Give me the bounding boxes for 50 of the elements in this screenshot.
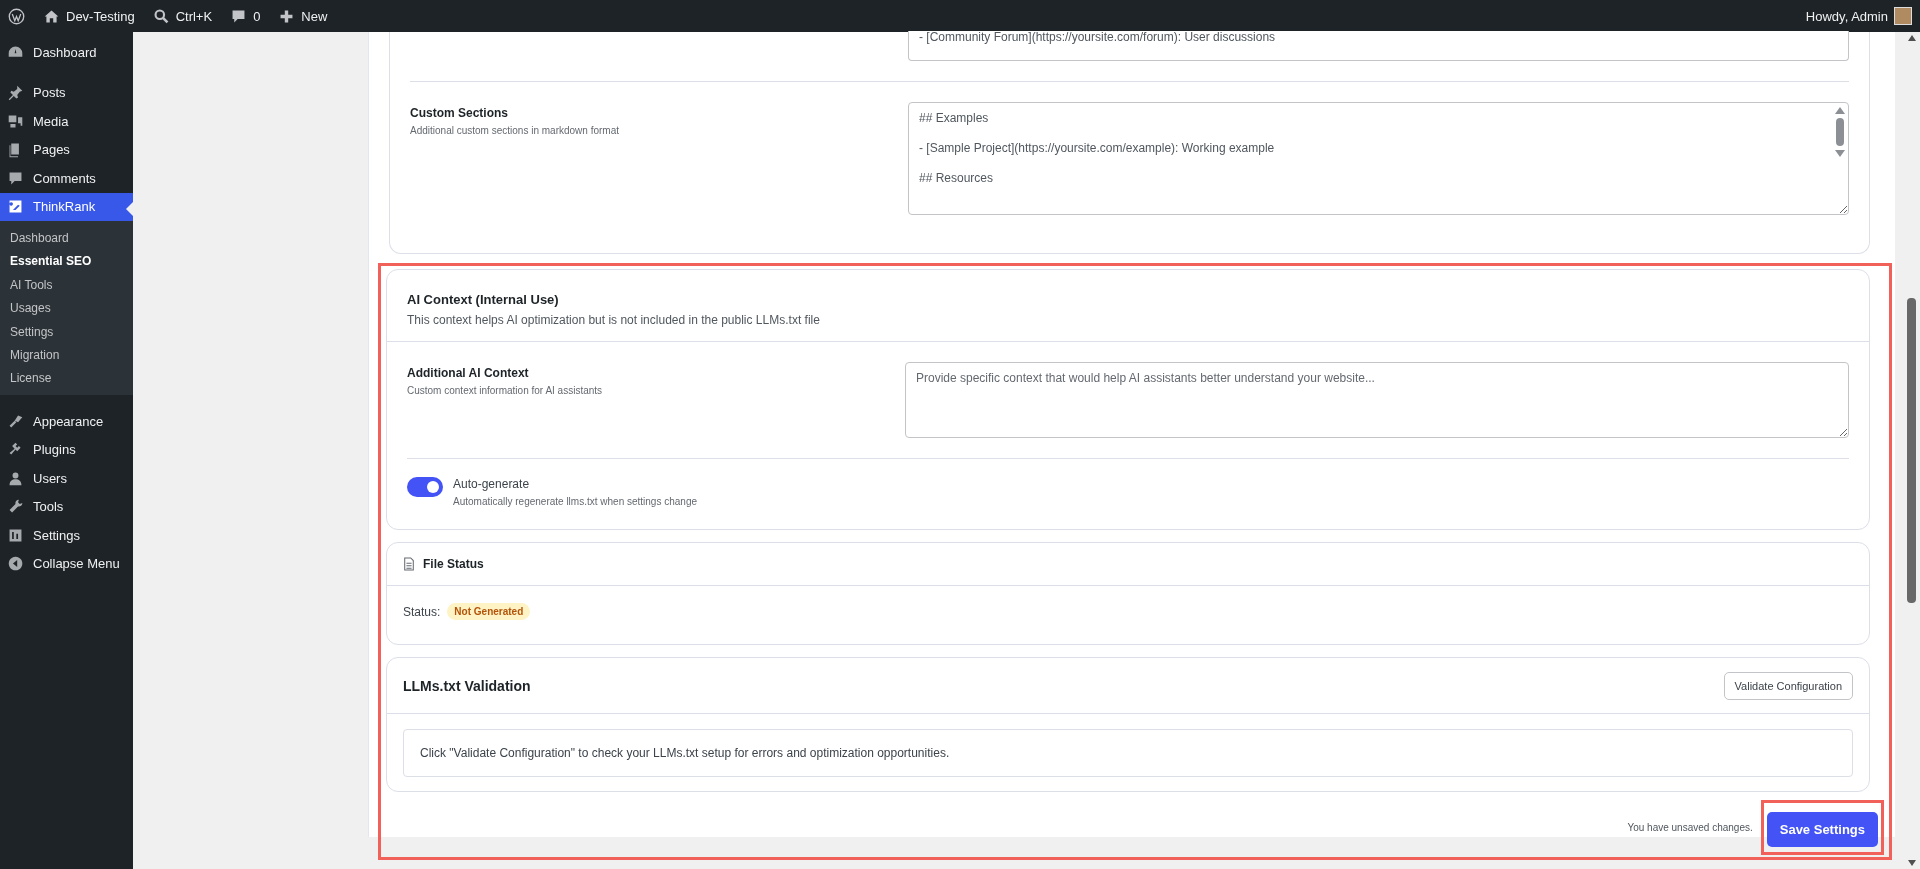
sidebar-menu-item[interactable]: Comments (0, 164, 133, 193)
sidebar-menu-item[interactable]: Tools (0, 492, 133, 521)
save-button[interactable]: Save Settings (1766, 812, 1878, 847)
sidebar-submenu-item[interactable]: AI Tools (0, 273, 133, 298)
sidebar-submenu-item[interactable]: Dashboard (0, 227, 133, 251)
field-description: Additional custom sections in markdown format (410, 125, 620, 136)
sidebar-menu-item[interactable]: Settings (0, 520, 133, 550)
sidebar-menu-item[interactable]: ThinkRank (0, 192, 133, 221)
sidebar-menu-item[interactable]: Dashboard (0, 38, 133, 67)
field-label: Custom Sections (410, 106, 509, 120)
unsaved-note: You have unsaved changes. (1627, 822, 1753, 833)
sidebar-submenu-item[interactable]: Essential SEO (0, 250, 133, 274)
avatar-placeholder (1894, 7, 1912, 25)
search-shortcut-link[interactable]: Ctrl+K (175, 8, 213, 24)
sidebar-submenu-item[interactable]: License (0, 367, 133, 391)
wordpress-logo-icon[interactable] (8, 7, 25, 25)
field-label: Additional AI Context (407, 366, 530, 380)
sidebar-menu-item[interactable]: Collapse Menu (0, 549, 133, 578)
sidebar-menu-item[interactable]: Appearance (0, 406, 133, 436)
toggle-label: Auto-generate (453, 477, 531, 491)
collapse-arrow-icon (7, 555, 24, 573)
sidebar-submenu-item[interactable]: Usages (0, 297, 133, 321)
field-description: Custom context information for AI assistants (407, 385, 604, 396)
section-title: File Status (423, 557, 484, 571)
toggle-switch[interactable] (407, 477, 443, 497)
input-field[interactable]: - [Community Forum](https://yoursite.com/forum): User discussions (908, 31, 1849, 61)
section-title: LLMs.txt Validation (403, 678, 531, 694)
toggle-description: Automatically regenerate llms.txt when settings change (453, 496, 697, 507)
search-icon (152, 7, 170, 25)
validate-button[interactable]: Validate Configuration (1723, 672, 1853, 700)
sidebar-menu-item[interactable]: Posts (0, 78, 133, 107)
sidebar-menu-item[interactable]: Media (0, 107, 133, 136)
pin-icon (7, 84, 24, 102)
document-icon (403, 557, 415, 571)
section-description: This context helps AI optimization but is not included in the public LLMs.txt file (407, 313, 821, 327)
input-field[interactable]: Provide specific context that would help AI assistants better understand your website... (905, 362, 1849, 438)
input-field[interactable]: ## Examples - [Sample Project](https://yoursite.com/example): Working example ## Resources (908, 102, 1849, 215)
sidebar-submenu-item[interactable]: Migration (0, 344, 133, 368)
sidebar-menu-item[interactable]: Users (0, 463, 133, 493)
sidebar-submenu-item[interactable]: Settings (0, 320, 133, 345)
greeting-link[interactable]: Howdy, Admin (1805, 8, 1888, 24)
status-badge: Not Generated (447, 603, 531, 620)
new-content-link[interactable]: New (301, 8, 328, 24)
site-name-link[interactable]: Dev-Testing (66, 8, 135, 24)
section-title: AI Context (Internal Use) (407, 292, 560, 307)
comments-count-link[interactable]: 0 (253, 8, 261, 24)
info-message: Click "Validate Configuration" to check your LLMs.txt setup for errors and optimization opportunities. (403, 729, 1853, 777)
status-label: Status: (403, 604, 441, 619)
sidebar-menu-item[interactable]: Plugins (0, 435, 133, 464)
sidebar-menu-item[interactable]: Pages (0, 135, 133, 164)
